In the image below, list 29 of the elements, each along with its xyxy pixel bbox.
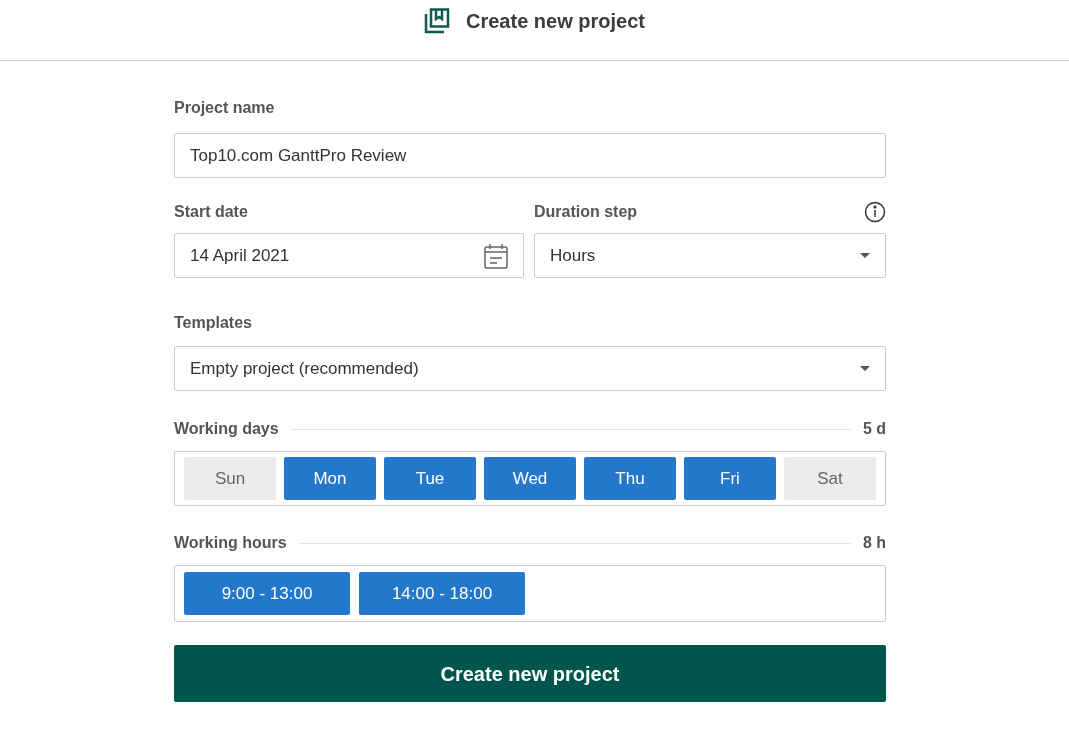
date-value: 14 April 2021: [190, 244, 290, 267]
field-label: Start date: [174, 202, 249, 222]
templates-select[interactable]: Empty project (recommended): [174, 346, 886, 391]
day-toggle[interactable]: Tue: [384, 457, 476, 500]
section-label: Working days: [174, 419, 279, 439]
create-project-button[interactable]: Create new project: [174, 645, 886, 702]
field-label: Project name: [174, 98, 276, 118]
info-icon[interactable]: [864, 201, 886, 223]
caret-icon: [860, 366, 870, 371]
hours-range-button[interactable]: 14:00 - 18:00: [359, 572, 525, 615]
bookmark-pages-icon: [424, 8, 450, 34]
days-total: 5 d: [862, 419, 886, 439]
hours-range-button[interactable]: 9:00 - 13:00: [184, 572, 350, 615]
duration-step-select[interactable]: Hours: [534, 233, 886, 278]
calendar-icon: [484, 242, 508, 269]
project-name-input[interactable]: Top10.com GanttPro Review: [174, 133, 886, 178]
date-input[interactable]: 14 April 2021: [174, 233, 524, 278]
day-toggle[interactable]: Sun: [184, 457, 276, 500]
day-toggle[interactable]: Thu: [584, 457, 676, 500]
day-toggle[interactable]: Sat: [784, 457, 876, 500]
day-toggle[interactable]: Wed: [484, 457, 576, 500]
field-label: Duration step: [534, 202, 638, 222]
hours-total: 8 h: [862, 533, 886, 553]
field-label: Templates: [174, 313, 253, 333]
section-label: Working hours: [174, 533, 287, 553]
caret-icon: [860, 253, 870, 258]
day-toggle[interactable]: Mon: [284, 457, 376, 500]
page-title: Create new project: [466, 9, 645, 34]
day-toggle[interactable]: Fri: [684, 457, 776, 500]
